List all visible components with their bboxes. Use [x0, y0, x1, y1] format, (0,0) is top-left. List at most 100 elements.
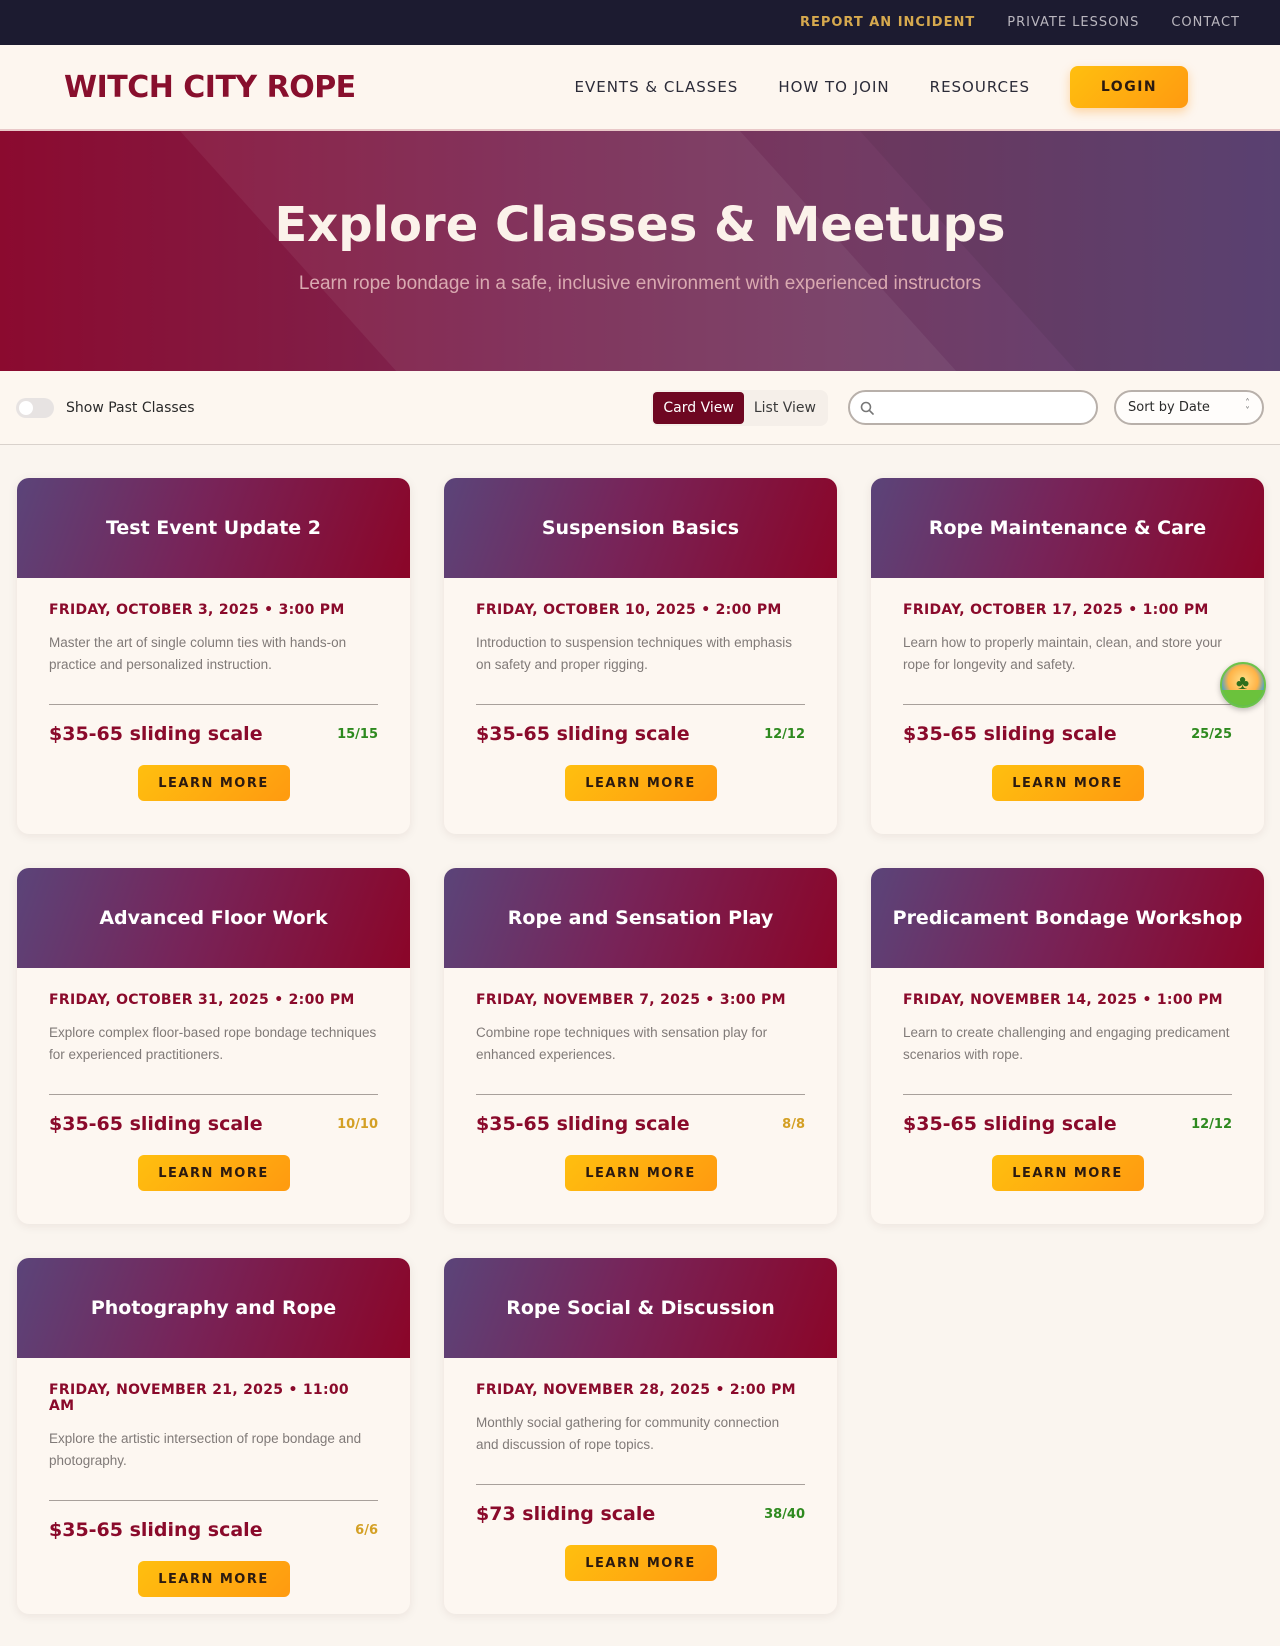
divider — [49, 1500, 378, 1501]
event-card: Rope Social & Discussion FRIDAY, NOVEMBE… — [444, 1258, 837, 1614]
event-price: $35-65 sliding scale — [903, 1113, 1117, 1135]
event-title[interactable]: Test Event Update 2 — [106, 517, 321, 539]
site-logo[interactable]: WITCH CITY ROPE — [64, 70, 356, 105]
event-date: FRIDAY, OCTOBER 3, 2025 • 3:00 PM — [49, 602, 345, 618]
event-price: $35-65 sliding scale — [476, 723, 690, 745]
divider — [903, 704, 1232, 705]
event-date: FRIDAY, OCTOBER 10, 2025 • 2:00 PM — [476, 602, 782, 618]
event-card: Rope Maintenance & Care FRIDAY, OCTOBER … — [871, 478, 1264, 834]
events-grid: Test Event Update 2 FRIDAY, OCTOBER 3, 2… — [0, 445, 1280, 1614]
event-title[interactable]: Rope Social & Discussion — [506, 1297, 775, 1319]
search-box — [848, 390, 1098, 425]
event-title[interactable]: Suspension Basics — [542, 517, 739, 539]
event-title[interactable]: Photography and Rope — [91, 1297, 336, 1319]
learn-more-button[interactable]: LEARN MORE — [137, 1561, 290, 1597]
hero-banner: Explore Classes & Meetups Learn rope bon… — [0, 131, 1280, 371]
event-title[interactable]: Advanced Floor Work — [99, 907, 327, 929]
contact-link[interactable]: CONTACT — [1171, 15, 1240, 30]
login-button[interactable]: LOGIN — [1070, 66, 1188, 108]
sort-select[interactable]: Sort by Date ˄ ˅ — [1114, 390, 1264, 425]
event-card-header: Predicament Bondage Workshop — [871, 868, 1264, 968]
event-capacity: 10/10 — [337, 1116, 378, 1132]
event-capacity: 6/6 — [355, 1522, 378, 1538]
report-incident-link[interactable]: REPORT AN INCIDENT — [800, 15, 975, 30]
filter-bar: Show Past Classes Card View List View So… — [0, 371, 1280, 445]
event-capacity: 12/12 — [1191, 1116, 1232, 1132]
event-capacity: 38/40 — [764, 1506, 805, 1522]
divider — [476, 1094, 805, 1095]
event-description: Combine rope techniques with sensation p… — [476, 1025, 768, 1062]
event-price: $35-65 sliding scale — [49, 723, 263, 745]
divider — [476, 704, 805, 705]
event-price: $73 sliding scale — [476, 1503, 656, 1525]
event-price: $35-65 sliding scale — [903, 723, 1117, 745]
learn-more-button[interactable]: LEARN MORE — [564, 765, 717, 801]
event-card: Rope and Sensation Play FRIDAY, NOVEMBER… — [444, 868, 837, 1224]
event-capacity: 12/12 — [764, 726, 805, 742]
sort-select-value: Sort by Date — [1128, 400, 1210, 415]
hero-title: Explore Classes & Meetups — [274, 197, 1006, 253]
divider — [49, 704, 378, 705]
event-date: FRIDAY, NOVEMBER 7, 2025 • 3:00 PM — [476, 992, 786, 1008]
event-card: Test Event Update 2 FRIDAY, OCTOBER 3, 2… — [17, 478, 410, 834]
event-capacity: 25/25 — [1191, 726, 1232, 742]
palm-island-icon[interactable]: ♣ — [1220, 662, 1266, 708]
event-title[interactable]: Rope Maintenance & Care — [929, 517, 1206, 539]
event-description: Learn how to properly maintain, clean, a… — [903, 635, 1222, 672]
event-card-header: Rope Maintenance & Care — [871, 478, 1264, 578]
event-card-header: Photography and Rope — [17, 1258, 410, 1358]
event-card-header: Test Event Update 2 — [17, 478, 410, 578]
event-description: Monthly social gathering for community c… — [476, 1415, 780, 1452]
event-card-header: Rope and Sensation Play — [444, 868, 837, 968]
event-description: Explore complex floor-based rope bondage… — [49, 1025, 377, 1062]
event-card: Predicament Bondage Workshop FRIDAY, NOV… — [871, 868, 1264, 1224]
nav-events-classes[interactable]: EVENTS & CLASSES — [574, 78, 738, 96]
event-card: Suspension Basics FRIDAY, OCTOBER 10, 20… — [444, 478, 837, 834]
main-nav: EVENTS & CLASSES HOW TO JOIN RESOURCES L… — [574, 66, 1216, 108]
event-card-header: Suspension Basics — [444, 478, 837, 578]
search-icon — [860, 401, 874, 415]
nav-how-to-join[interactable]: HOW TO JOIN — [778, 78, 889, 96]
search-input[interactable] — [882, 399, 1082, 416]
nav-resources[interactable]: RESOURCES — [930, 78, 1030, 96]
chevron-up-down-icon: ˄ ˅ — [1245, 397, 1250, 417]
learn-more-button[interactable]: LEARN MORE — [991, 765, 1144, 801]
show-past-classes-label: Show Past Classes — [66, 399, 195, 416]
event-date: FRIDAY, NOVEMBER 21, 2025 • 11:00 AM — [49, 1382, 349, 1414]
event-card: Advanced Floor Work FRIDAY, OCTOBER 31, … — [17, 868, 410, 1224]
event-description: Master the art of single column ties wit… — [49, 635, 347, 672]
event-date: FRIDAY, OCTOBER 17, 2025 • 1:00 PM — [903, 602, 1209, 618]
event-card-header: Rope Social & Discussion — [444, 1258, 837, 1358]
event-description: Introduction to suspension techniques wi… — [476, 635, 792, 672]
event-price: $35-65 sliding scale — [476, 1113, 690, 1135]
private-lessons-link[interactable]: PRIVATE LESSONS — [1007, 15, 1139, 30]
event-title[interactable]: Rope and Sensation Play — [508, 907, 773, 929]
divider — [476, 1484, 805, 1485]
learn-more-button[interactable]: LEARN MORE — [991, 1155, 1144, 1191]
event-card-header: Advanced Floor Work — [17, 868, 410, 968]
main-header: WITCH CITY ROPE EVENTS & CLASSES HOW TO … — [0, 45, 1280, 131]
event-title[interactable]: Predicament Bondage Workshop — [893, 907, 1243, 929]
event-description: Learn to create challenging and engaging… — [903, 1025, 1230, 1062]
event-price: $35-65 sliding scale — [49, 1519, 263, 1541]
divider — [49, 1094, 378, 1095]
learn-more-button[interactable]: LEARN MORE — [137, 765, 290, 801]
view-toggle: Card View List View — [651, 389, 828, 426]
learn-more-button[interactable]: LEARN MORE — [137, 1155, 290, 1191]
event-card: Photography and Rope FRIDAY, NOVEMBER 21… — [17, 1258, 410, 1614]
show-past-classes-toggle[interactable] — [16, 397, 54, 418]
event-date: FRIDAY, OCTOBER 31, 2025 • 2:00 PM — [49, 992, 355, 1008]
event-capacity: 15/15 — [337, 726, 378, 742]
utility-bar: REPORT AN INCIDENT PRIVATE LESSONS CONTA… — [0, 0, 1280, 45]
event-date: FRIDAY, NOVEMBER 28, 2025 • 2:00 PM — [476, 1382, 796, 1398]
event-capacity: 8/8 — [782, 1116, 805, 1132]
event-date: FRIDAY, NOVEMBER 14, 2025 • 1:00 PM — [903, 992, 1223, 1008]
learn-more-button[interactable]: LEARN MORE — [564, 1545, 717, 1581]
list-view-button[interactable]: List View — [744, 392, 826, 424]
event-price: $35-65 sliding scale — [49, 1113, 263, 1135]
learn-more-button[interactable]: LEARN MORE — [564, 1155, 717, 1191]
hero-subtitle: Learn rope bondage in a safe, inclusive … — [298, 273, 982, 294]
divider — [903, 1094, 1232, 1095]
card-view-button[interactable]: Card View — [653, 391, 744, 424]
event-description: Explore the artistic intersection of rop… — [49, 1431, 362, 1468]
